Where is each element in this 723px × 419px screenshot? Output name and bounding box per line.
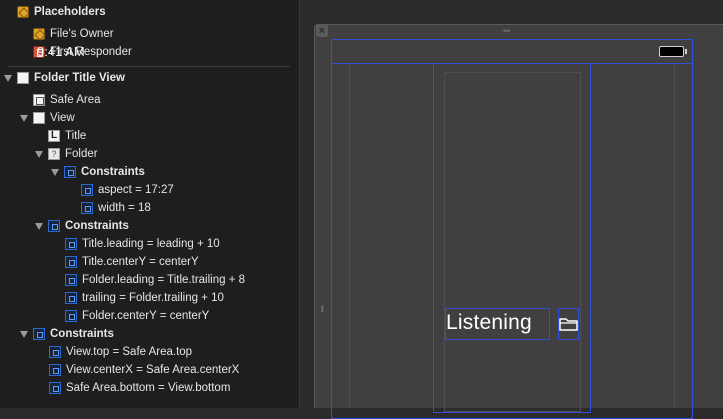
image-view-icon: ? <box>48 148 60 160</box>
disclosure-triangle-icon[interactable] <box>4 75 12 82</box>
document-outline: Placeholders File's Owner First Responde… <box>0 0 300 408</box>
outline-item-safe-area[interactable]: Safe Area <box>0 91 299 109</box>
drag-handle-icon[interactable]: ••• <box>503 26 511 36</box>
outline-divider <box>8 66 290 67</box>
view-icon <box>17 72 29 84</box>
leading-constraint-icon <box>65 238 77 250</box>
disclosure-triangle-icon[interactable] <box>51 169 59 176</box>
safe-area-label: Safe Area <box>50 94 101 106</box>
outline-item-constraint[interactable]: Title.centerY = centerY <box>0 253 299 271</box>
title-label-text: Listening <box>446 311 532 334</box>
folder-label: Folder <box>65 148 98 160</box>
outline-item-folder-constraints[interactable]: Constraints <box>0 163 299 181</box>
center-y-constraint-icon <box>65 256 77 268</box>
constraint-label: Title.leading = leading + 10 <box>82 238 220 250</box>
placeholders-cube-icon <box>17 6 29 18</box>
margin-guide <box>674 64 675 408</box>
outline-item-constraint[interactable]: aspect = 17:27 <box>0 181 299 199</box>
constraint-label: Folder.centerY = centerY <box>82 310 210 322</box>
folder-title-view-label: Folder Title View <box>34 72 125 84</box>
outline-item-files-owner[interactable]: File's Owner <box>0 25 299 43</box>
disclosure-triangle-icon[interactable] <box>20 331 28 338</box>
center-x-constraint-icon <box>49 364 61 376</box>
outline-item-constraint[interactable]: View.top = Safe Area.top <box>0 343 299 361</box>
outline-item-constraint[interactable]: trailing = Folder.trailing + 10 <box>0 289 299 307</box>
trailing-constraint-icon <box>65 292 77 304</box>
title-label: Title <box>65 130 87 142</box>
outline-item-title[interactable]: L Title <box>0 127 299 145</box>
outline-item-constraint[interactable]: width = 18 <box>0 199 299 217</box>
constraints-icon <box>64 166 76 178</box>
constraints-icon <box>48 220 60 232</box>
bottom-constraint-icon <box>49 382 61 394</box>
files-owner-label: File's Owner <box>50 28 114 40</box>
constraint-label: View.top = Safe Area.top <box>66 346 193 358</box>
placeholders-label: Placeholders <box>34 6 106 18</box>
outline-item-constraint[interactable]: Folder.leading = Title.trailing + 8 <box>0 271 299 289</box>
constraints-label: Constraints <box>81 166 145 178</box>
status-time: 9:41 AM <box>37 44 85 59</box>
center-y-constraint-icon <box>65 310 77 322</box>
outline-item-view[interactable]: View <box>0 109 299 127</box>
constraint-label: trailing = Folder.trailing + 10 <box>82 292 224 304</box>
constraint-label: View.centerX = Safe Area.centerX <box>66 364 240 376</box>
battery-tip <box>685 49 687 54</box>
outline-item-constraint[interactable]: View.centerX = Safe Area.centerX <box>0 361 299 379</box>
constraints-label: Constraints <box>50 328 114 340</box>
margin-guide <box>349 64 350 408</box>
disclosure-triangle-icon[interactable] <box>35 223 43 230</box>
drag-handle-icon[interactable]: ••• <box>317 305 327 311</box>
constraint-label: width = 18 <box>98 202 151 214</box>
view-label: View <box>50 112 75 124</box>
disclosure-triangle-icon[interactable] <box>20 115 28 122</box>
view-frame[interactable] <box>444 72 581 412</box>
status-bar <box>331 39 693 64</box>
label-icon: L <box>48 130 60 142</box>
outline-item-constraint[interactable]: Folder.centerY = centerY <box>0 307 299 325</box>
constraints-label: Constraints <box>65 220 129 232</box>
battery-icon <box>659 46 684 57</box>
outline-item-placeholders[interactable]: Placeholders <box>0 3 299 21</box>
constraints-icon <box>33 328 45 340</box>
cube-icon <box>33 28 45 40</box>
folder-icon <box>559 318 578 331</box>
constraint-label: aspect = 17:27 <box>98 184 174 196</box>
outline-item-folder[interactable]: ? Folder <box>0 145 299 163</box>
view-icon <box>33 112 45 124</box>
close-icon[interactable]: × <box>316 25 328 37</box>
outline-item-constraint[interactable]: Title.leading = leading + 10 <box>0 235 299 253</box>
outline-item-root-constraints[interactable]: Constraints <box>0 325 299 343</box>
width-constraint-icon <box>81 202 93 214</box>
constraint-label: Title.centerY = centerY <box>82 256 199 268</box>
outline-item-folder-title-view[interactable]: Folder Title View <box>0 69 299 87</box>
outline-item-constraint[interactable]: Safe Area.bottom = View.bottom <box>0 379 299 397</box>
constraint-label: Safe Area.bottom = View.bottom <box>66 382 231 394</box>
safe-area-icon <box>33 94 45 106</box>
outline-item-view-constraints[interactable]: Constraints <box>0 217 299 235</box>
constraint-label: Folder.leading = Title.trailing + 8 <box>82 274 246 286</box>
disclosure-triangle-icon[interactable] <box>35 151 43 158</box>
spacing-constraint-icon <box>65 274 77 286</box>
aspect-constraint-icon <box>81 184 93 196</box>
top-constraint-icon <box>49 346 61 358</box>
